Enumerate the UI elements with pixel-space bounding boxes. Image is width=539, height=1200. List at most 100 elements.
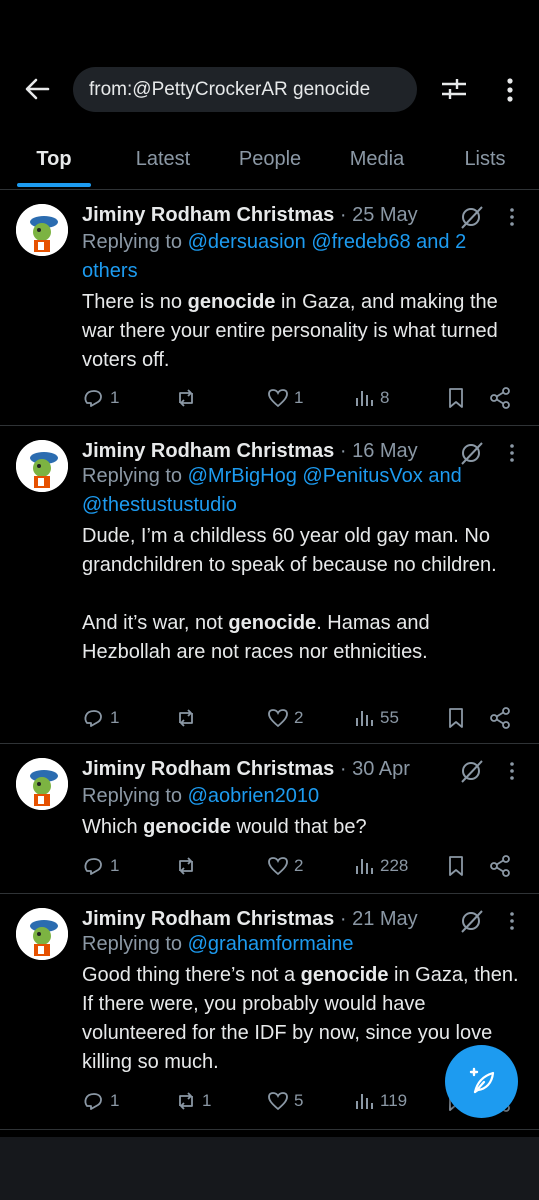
avatar[interactable] bbox=[16, 908, 68, 960]
views-icon bbox=[356, 859, 373, 874]
post-text: Dude, I’m a childless 60 year old gay ma… bbox=[82, 522, 522, 667]
reply-prefix: Replying to bbox=[82, 785, 188, 807]
like-count: 2 bbox=[294, 856, 304, 875]
post-text: Which genocide would that be? bbox=[82, 813, 522, 842]
share-icon bbox=[490, 387, 510, 409]
post[interactable]: Jiminy Rodham Christmas · 30 Apr Replyin… bbox=[0, 744, 539, 894]
share-icon bbox=[490, 855, 510, 877]
views-button[interactable]: 228 bbox=[354, 852, 408, 880]
repost-button[interactable]: 1 bbox=[174, 1087, 211, 1115]
reply-icon bbox=[84, 858, 102, 875]
heart-icon bbox=[268, 709, 288, 728]
share-button[interactable] bbox=[488, 852, 512, 880]
like-button[interactable]: 1 bbox=[266, 384, 303, 412]
back-arrow-icon[interactable] bbox=[22, 74, 52, 104]
author-name[interactable]: Jiminy Rodham Christmas bbox=[82, 440, 334, 462]
reply-icon bbox=[84, 390, 102, 407]
system-navigation-bar bbox=[0, 1137, 539, 1200]
post-text-before: Good thing there’s not a bbox=[82, 964, 301, 986]
repost-button[interactable] bbox=[174, 384, 202, 412]
active-tab-indicator bbox=[17, 183, 91, 187]
grok-icon[interactable] bbox=[458, 204, 484, 230]
tab-lists[interactable]: Lists bbox=[452, 136, 518, 186]
author-name[interactable]: Jiminy Rodham Christmas bbox=[82, 908, 334, 930]
tab-latest[interactable]: Latest bbox=[120, 136, 206, 186]
repost-button[interactable] bbox=[174, 704, 202, 732]
repost-button[interactable] bbox=[174, 852, 202, 880]
avatar[interactable] bbox=[16, 440, 68, 492]
repost-icon bbox=[179, 709, 193, 727]
reply-mentions[interactable]: @grahamformaine bbox=[188, 933, 354, 955]
reply-prefix: Replying to bbox=[82, 231, 188, 253]
heart-icon bbox=[268, 389, 288, 408]
repost-icon bbox=[179, 857, 193, 875]
post-text-before: Which bbox=[82, 816, 144, 838]
search-keyword: genocide bbox=[228, 612, 317, 634]
like-count: 1 bbox=[294, 388, 304, 407]
post[interactable]: Jiminy Rodham Christmas · 25 May Replyin… bbox=[0, 190, 539, 426]
share-button[interactable] bbox=[488, 704, 512, 732]
post-more-icon[interactable] bbox=[505, 206, 519, 228]
post-actions: 1 2 228 bbox=[82, 852, 522, 880]
reply-count: 1 bbox=[110, 856, 120, 875]
search-input[interactable]: from:@PettyCrockerAR genocide bbox=[73, 67, 417, 112]
reply-context: Replying to @MrBigHog @PenitusVox and @t… bbox=[82, 462, 512, 520]
post-date: · 16 May bbox=[334, 440, 418, 462]
like-button[interactable]: 5 bbox=[266, 1087, 303, 1115]
reply-button[interactable]: 1 bbox=[82, 852, 119, 880]
post-more-icon[interactable] bbox=[505, 442, 519, 464]
grok-icon[interactable] bbox=[458, 758, 484, 784]
reply-button[interactable]: 1 bbox=[82, 384, 119, 412]
post-date: · 21 May bbox=[334, 908, 418, 930]
post-more-icon[interactable] bbox=[505, 760, 519, 782]
tab-people[interactable]: People bbox=[225, 136, 315, 186]
share-icon bbox=[490, 707, 510, 729]
reply-button[interactable]: 1 bbox=[82, 704, 119, 732]
search-keyword: genocide bbox=[143, 816, 231, 838]
views-icon bbox=[356, 391, 373, 406]
reply-prefix: Replying to bbox=[82, 933, 188, 955]
filter-sliders-icon[interactable] bbox=[440, 75, 468, 103]
reply-button[interactable]: 1 bbox=[82, 1087, 119, 1115]
post-text: There is no genocide in Gaza, and making… bbox=[82, 288, 522, 375]
author-name[interactable]: Jiminy Rodham Christmas bbox=[82, 758, 334, 780]
bookmark-button[interactable] bbox=[444, 852, 468, 880]
compose-post-button[interactable] bbox=[445, 1045, 518, 1118]
like-count: 5 bbox=[294, 1091, 304, 1110]
reply-icon bbox=[84, 1093, 102, 1110]
like-button[interactable]: 2 bbox=[266, 704, 303, 732]
reply-context: Replying to @grahamformaine bbox=[82, 930, 512, 959]
reply-count: 1 bbox=[110, 708, 120, 727]
author-name[interactable]: Jiminy Rodham Christmas bbox=[82, 204, 334, 226]
reply-prefix: Replying to bbox=[82, 465, 188, 487]
repost-icon bbox=[179, 1092, 193, 1110]
post-actions: 1 1 8 bbox=[82, 384, 522, 412]
view-count: 228 bbox=[380, 856, 409, 875]
bookmark-button[interactable] bbox=[444, 384, 468, 412]
tab-bar: Top Latest People Media Lists bbox=[0, 136, 539, 186]
reply-mentions[interactable]: @aobrien2010 bbox=[188, 785, 320, 807]
tab-media[interactable]: Media bbox=[336, 136, 418, 186]
tab-top[interactable]: Top bbox=[17, 136, 91, 186]
heart-icon bbox=[268, 1092, 288, 1111]
views-button[interactable]: 55 bbox=[354, 704, 399, 732]
views-button[interactable]: 119 bbox=[354, 1087, 407, 1115]
share-button[interactable] bbox=[488, 384, 512, 412]
post-date: · 25 May bbox=[334, 204, 418, 226]
search-keyword: genocide bbox=[300, 964, 389, 986]
post[interactable]: Jiminy Rodham Christmas · 16 May Replyin… bbox=[0, 426, 539, 744]
bookmark-button[interactable] bbox=[444, 704, 468, 732]
more-options-icon[interactable] bbox=[498, 75, 522, 105]
post-more-icon[interactable] bbox=[505, 910, 519, 932]
top-bar: from:@PettyCrockerAR genocide Top Latest… bbox=[0, 0, 539, 190]
post-text-after: would that be? bbox=[230, 816, 367, 838]
avatar[interactable] bbox=[16, 758, 68, 810]
views-button[interactable]: 8 bbox=[354, 384, 389, 412]
reply-context: Replying to @dersuasion @fredeb68 and 2 … bbox=[82, 228, 512, 286]
avatar[interactable] bbox=[16, 204, 68, 256]
view-count: 55 bbox=[380, 708, 399, 727]
like-button[interactable]: 2 bbox=[266, 852, 303, 880]
views-icon bbox=[356, 711, 373, 726]
view-count: 119 bbox=[380, 1091, 408, 1110]
bookmark-icon bbox=[449, 708, 463, 728]
